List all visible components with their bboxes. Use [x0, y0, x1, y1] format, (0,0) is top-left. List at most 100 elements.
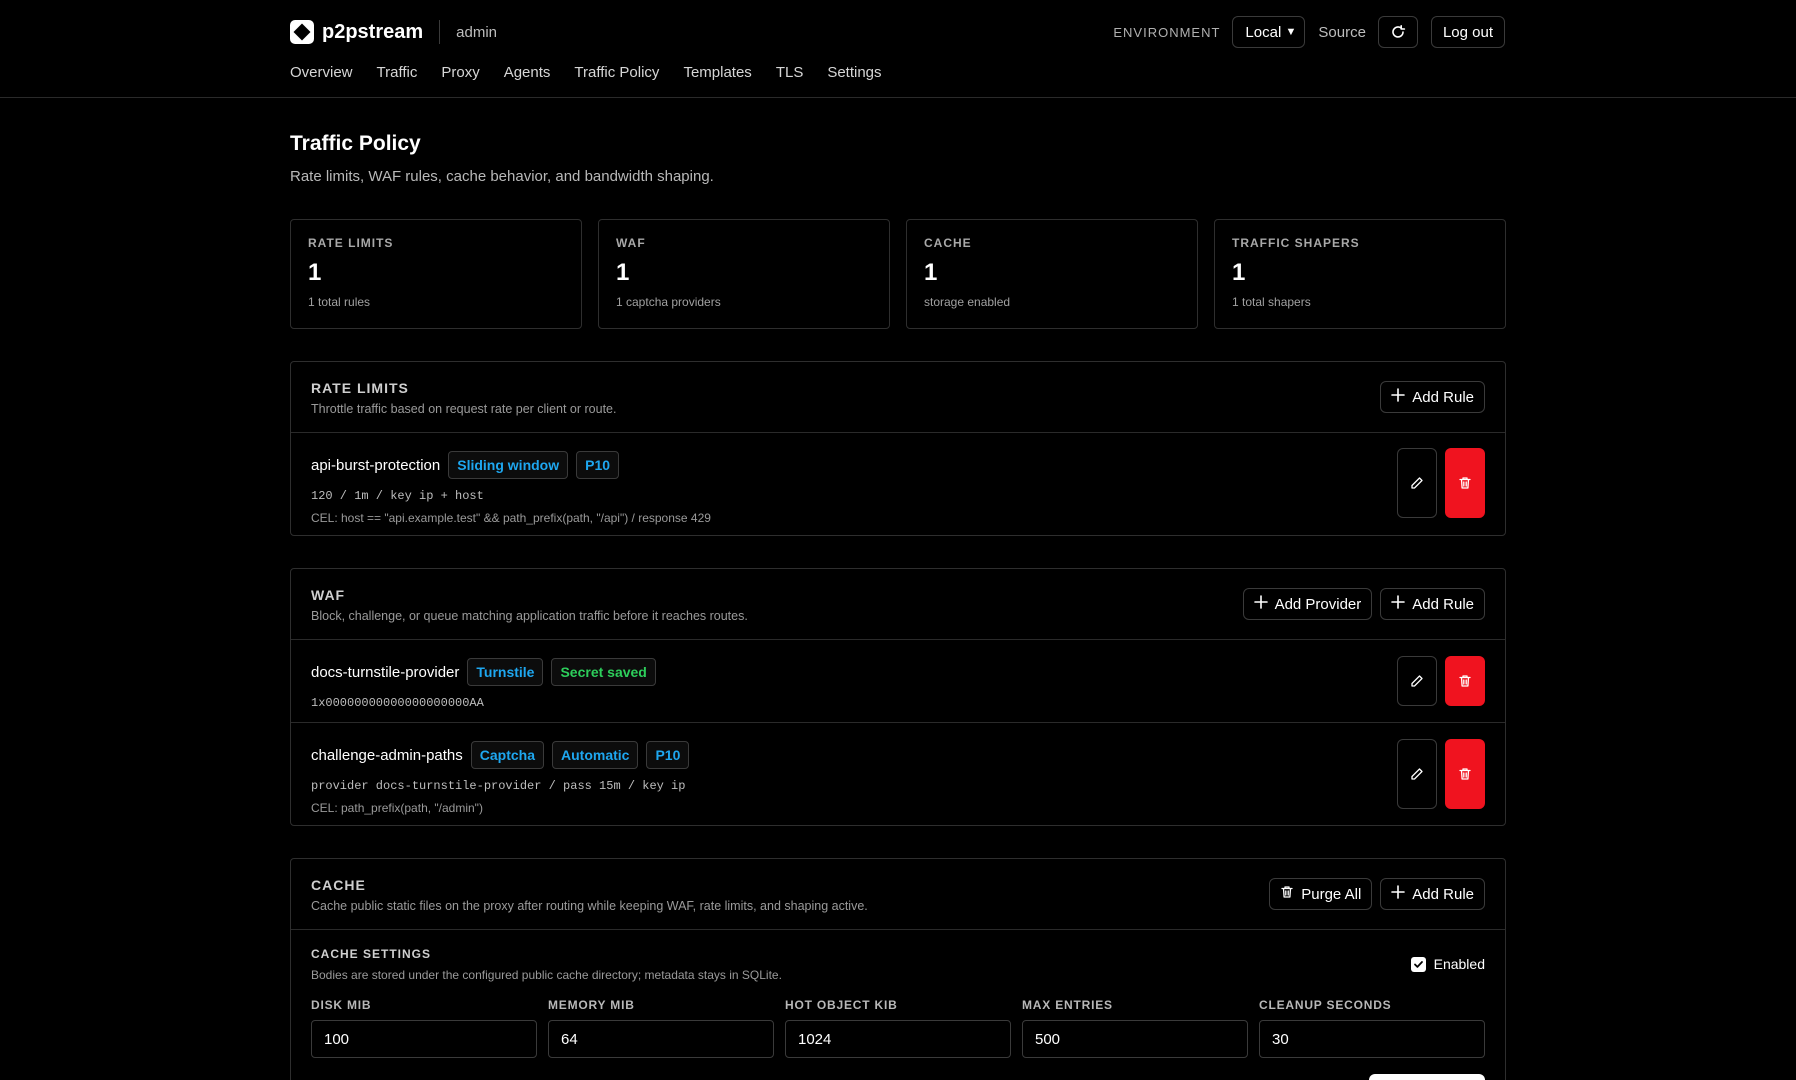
provider-name: docs-turnstile-provider: [311, 663, 460, 681]
brand-divider: [439, 20, 441, 44]
stat-card-traffic-shapers: TRAFFIC SHAPERS 1 1 total shapers: [1214, 219, 1506, 329]
waf-rule-row: challenge-admin-paths Captcha Automatic …: [291, 723, 1505, 825]
cleanup-seconds-input[interactable]: 30: [1259, 1020, 1485, 1058]
edit-button[interactable]: [1397, 739, 1437, 809]
header-actions: ENVIRONMENT Local ▼ Source Log out: [1113, 16, 1505, 48]
stat-value: 1: [616, 259, 630, 286]
stat-card-cache: CACHE 1 storage enabled: [906, 219, 1198, 329]
row-actions: [1397, 739, 1485, 809]
stat-sub: storage enabled: [924, 295, 1011, 309]
stat-value: 1: [1232, 259, 1246, 286]
cache-card: CACHE Cache public static files on the p…: [290, 858, 1506, 1080]
delete-button[interactable]: [1445, 656, 1485, 706]
rule-tag-mode: Automatic: [552, 741, 639, 769]
page-subtitle: Rate limits, WAF rules, cache behavior, …: [290, 168, 714, 185]
nav-tls[interactable]: TLS: [776, 64, 804, 81]
plus-icon: [1391, 388, 1406, 406]
add-waf-rule-button[interactable]: Add Rule: [1380, 588, 1485, 620]
memory-mib-input[interactable]: 64: [548, 1020, 774, 1058]
nav-proxy[interactable]: Proxy: [441, 64, 479, 81]
checkbox-checked-icon[interactable]: [1410, 956, 1426, 972]
enabled-label: Enabled: [1433, 956, 1485, 972]
chevron-down-icon: ▼: [1285, 26, 1297, 38]
current-user: admin: [456, 23, 498, 41]
page-title: Traffic Policy: [290, 132, 421, 155]
stat-card-waf: WAF 1 1 captcha providers: [598, 219, 890, 329]
add-rate-limit-rule-button[interactable]: Add Rule: [1380, 381, 1485, 413]
source-link[interactable]: Source: [1318, 24, 1366, 41]
add-cache-rule-button[interactable]: Add Rule: [1380, 878, 1485, 910]
row-top: challenge-admin-paths Captcha Automatic …: [311, 741, 1485, 769]
button-label: Add Rule: [1412, 388, 1474, 406]
row-actions: [1397, 448, 1485, 518]
provider-tag-status: Secret saved: [551, 658, 656, 686]
max-entries-field: MAX ENTRIES 500: [1022, 998, 1248, 1058]
field-label: MEMORY MIB: [548, 998, 635, 1012]
environment-value: Local: [1245, 23, 1282, 41]
disk-mib-input[interactable]: 100: [311, 1020, 537, 1058]
trash-icon: [1280, 885, 1294, 903]
stat-card-rate-limits: RATE LIMITS 1 1 total rules: [290, 219, 582, 329]
rule-summary: provider docs-turnstile-provider / pass …: [311, 779, 686, 793]
row-top: docs-turnstile-provider Turnstile Secret…: [311, 658, 1485, 686]
button-label: Add Provider: [1274, 595, 1362, 613]
refresh-button[interactable]: [1377, 16, 1418, 48]
stat-label: RATE LIMITS: [308, 236, 394, 250]
card-description: Throttle traffic based on request rate p…: [311, 402, 617, 416]
waf-card: WAF Block, challenge, or queue matching …: [290, 568, 1506, 826]
nav-templates[interactable]: Templates: [683, 64, 751, 81]
trash-icon: [1459, 768, 1471, 780]
pencil-icon: [1411, 477, 1423, 489]
card-header: WAF Block, challenge, or queue matching …: [291, 569, 1505, 640]
button-label: Add Rule: [1412, 595, 1474, 613]
delete-button[interactable]: [1445, 739, 1485, 809]
rule-summary: 120 / 1m / key ip + host: [311, 489, 484, 503]
row-top: api-burst-protection Sliding window P10: [311, 451, 1485, 479]
button-label: Add Rule: [1412, 885, 1474, 903]
environment-select[interactable]: Local ▼: [1232, 16, 1306, 48]
main-nav: Overview Traffic Proxy Agents Traffic Po…: [290, 64, 906, 81]
stat-sub: 1 total shapers: [1232, 295, 1311, 309]
top-header: p2pstream admin ENVIRONMENT Local ▼ Sour…: [0, 0, 1796, 98]
hot-object-kib-field: HOT OBJECT KIB 1024: [785, 998, 1011, 1058]
rule-tag-mode: Sliding window: [448, 451, 569, 479]
waf-provider-row: docs-turnstile-provider Turnstile Secret…: [291, 640, 1505, 723]
button-label: Purge All: [1301, 885, 1362, 903]
field-label: HOT OBJECT KIB: [785, 998, 898, 1012]
hot-object-kib-input[interactable]: 1024: [785, 1020, 1011, 1058]
environment-label: ENVIRONMENT: [1113, 24, 1221, 40]
row-actions: [1397, 656, 1485, 706]
delete-button[interactable]: [1445, 448, 1485, 518]
cache-settings-title: CACHE SETTINGS: [311, 947, 432, 961]
brand[interactable]: p2pstream admin: [290, 20, 497, 44]
max-entries-input[interactable]: 500: [1022, 1020, 1248, 1058]
rule-cel: CEL: path_prefix(path, "/admin"): [311, 801, 483, 815]
rule-name: api-burst-protection: [311, 456, 441, 474]
nav-traffic-policy[interactable]: Traffic Policy: [574, 64, 659, 81]
add-provider-button[interactable]: Add Provider: [1242, 588, 1373, 620]
logout-button[interactable]: Log out: [1430, 16, 1505, 48]
edit-button[interactable]: [1397, 448, 1437, 518]
nav-agents[interactable]: Agents: [504, 64, 551, 81]
cache-settings-description: Bodies are stored under the configured p…: [311, 968, 782, 982]
refresh-icon: [1392, 25, 1406, 38]
plus-icon: [1253, 595, 1268, 613]
rule-name: challenge-admin-paths: [311, 746, 463, 764]
edit-button[interactable]: [1397, 656, 1437, 706]
rule-tag-priority: P10: [646, 741, 690, 769]
field-label: DISK MIB: [311, 998, 372, 1012]
provider-tag-type: Turnstile: [467, 658, 544, 686]
logo-icon: [290, 20, 314, 44]
trash-icon: [1459, 477, 1471, 489]
purge-all-button[interactable]: Purge All: [1269, 878, 1373, 910]
save-settings-button[interactable]: [1369, 1074, 1485, 1080]
memory-mib-field: MEMORY MIB 64: [548, 998, 774, 1058]
cleanup-seconds-field: CLEANUP SECONDS 30: [1259, 998, 1485, 1058]
rate-limit-rule-row: api-burst-protection Sliding window P10 …: [291, 433, 1505, 536]
card-title: RATE LIMITS: [311, 380, 409, 396]
nav-traffic[interactable]: Traffic: [377, 64, 418, 81]
pencil-icon: [1411, 675, 1423, 687]
nav-overview[interactable]: Overview: [290, 64, 353, 81]
cache-enabled-toggle[interactable]: Enabled: [1410, 956, 1485, 972]
nav-settings[interactable]: Settings: [827, 64, 881, 81]
